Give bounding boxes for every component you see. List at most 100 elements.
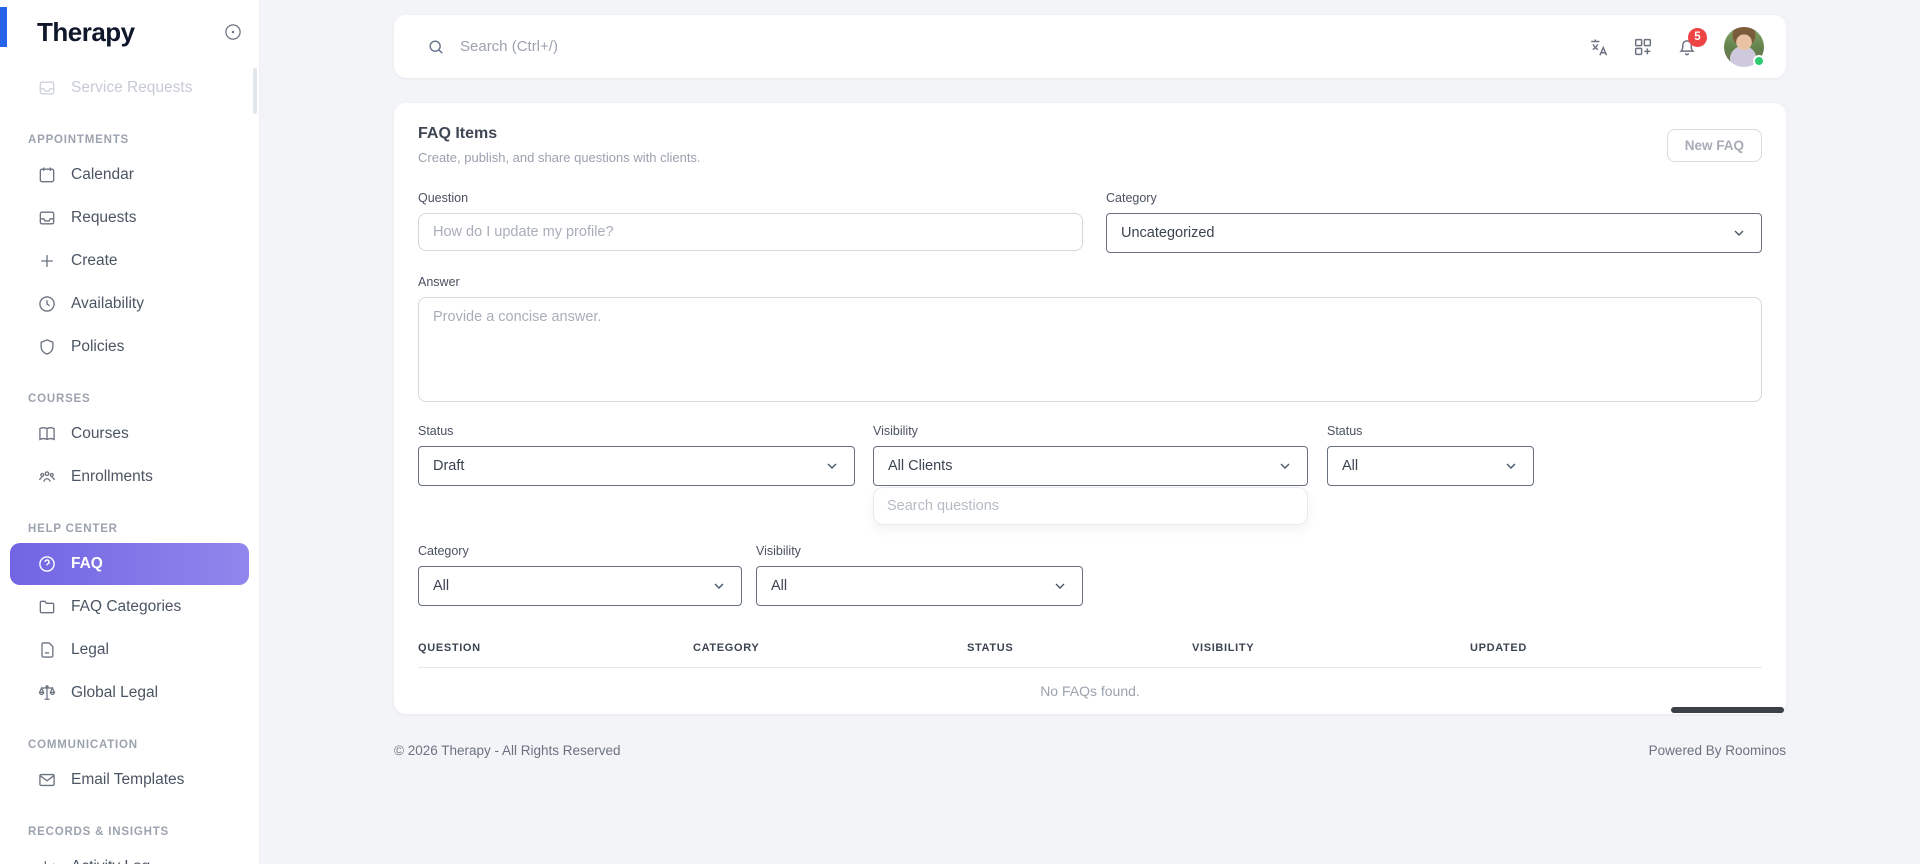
filter-category-label: Category [418, 544, 469, 558]
visibility-select[interactable]: All Clients [873, 446, 1308, 486]
activity-icon [37, 857, 57, 864]
apps-grid-icon[interactable] [1632, 36, 1654, 58]
sidebar-item-label: Policies [71, 338, 125, 355]
sidebar-item-enrollments[interactable]: Enrollments [10, 456, 249, 498]
sidebar-section-help-center: HELP CENTER [28, 523, 118, 535]
sidebar-item-courses[interactable]: Courses [10, 413, 249, 455]
column-header-status: STATUS [967, 642, 1014, 654]
sidebar-item-label: Service Requests [71, 79, 193, 96]
sidebar-toggle-icon[interactable] [223, 22, 243, 42]
sidebar-item-legal[interactable]: Legal [10, 629, 249, 671]
answer-textarea[interactable] [418, 297, 1762, 402]
sidebar-item-label: Email Templates [71, 771, 185, 788]
sidebar-item-create[interactable]: Create [10, 240, 249, 282]
sidebar-item-faq[interactable]: FAQ [10, 543, 249, 585]
filter-status-select[interactable]: All [1327, 446, 1534, 486]
book-icon [37, 424, 57, 444]
envelope-icon [37, 770, 57, 790]
question-circle-icon [37, 554, 57, 574]
sidebar-item-faq-categories[interactable]: FAQ Categories [10, 586, 249, 628]
visibility-dropdown-panel [873, 487, 1308, 525]
sidebar-item-label: Activity Log [71, 858, 150, 864]
faq-table-header: QUESTION CATEGORY STATUS VISIBILITY UPDA… [418, 642, 1762, 668]
sidebar-item-label: Global Legal [71, 684, 159, 701]
category-select-value: Uncategorized [1121, 225, 1215, 241]
page-subtitle: Create, publish, and share questions wit… [418, 150, 701, 165]
avatar[interactable] [1724, 26, 1765, 67]
sidebar-item-label: FAQ Categories [71, 598, 182, 615]
faq-form: Question Category Uncategorized [418, 191, 1762, 606]
bell-icon[interactable]: 5 [1676, 27, 1707, 58]
column-header-category: CATEGORY [693, 642, 760, 654]
sidebar-section-courses: COURSES [28, 393, 91, 405]
sidebar-item-global-legal[interactable]: Global Legal [10, 672, 249, 714]
sidebar-item-label: Requests [71, 209, 137, 226]
powered-by-text: Powered By Roominos [1648, 743, 1786, 758]
plus-icon [37, 251, 57, 271]
status-select[interactable]: Draft [418, 446, 855, 486]
horizontal-scrollbar[interactable] [1671, 707, 1784, 713]
dropdown-search-input[interactable] [887, 498, 1294, 514]
sidebar-section-communication: COMMUNICATION [28, 739, 138, 751]
chevron-down-icon [824, 458, 840, 474]
new-faq-button[interactable]: New FAQ [1666, 129, 1762, 162]
filter-status-select-value: All [1342, 458, 1359, 474]
topbar: 5 [394, 15, 1786, 78]
visibility-select-value: All Clients [888, 458, 953, 474]
sidebar-section-appointments: APPOINTMENTS [28, 134, 130, 146]
folder-icon [37, 597, 57, 617]
sidebar-item-label: Enrollments [71, 468, 153, 485]
sidebar-item-label: Courses [71, 425, 129, 442]
scales-icon [37, 683, 57, 703]
visibility-label: Visibility [873, 424, 918, 438]
sidebar-item-label: Calendar [71, 166, 134, 183]
sidebar-item-activity-log[interactable]: Activity Log [10, 846, 249, 864]
sidebar-item-calendar[interactable]: Calendar [10, 154, 249, 196]
brand-accent-bar [0, 7, 7, 47]
sidebar-item-service-requests[interactable]: Service Requests [10, 67, 249, 109]
search-icon [426, 37, 446, 57]
column-header-question: QUESTION [418, 642, 481, 654]
sidebar-section-records-insights: RECORDS & INSIGHTS [28, 826, 170, 838]
filter-visibility-label: Visibility [756, 544, 801, 558]
shield-icon [37, 337, 57, 357]
users-icon [37, 467, 57, 487]
translate-icon[interactable] [1588, 36, 1610, 58]
filter-status-label: Status [1327, 424, 1363, 438]
sidebar: Therapy Service Requests APPOINTMENTS Ca… [0, 0, 260, 864]
question-input[interactable] [418, 213, 1083, 251]
app-root: Therapy Service Requests APPOINTMENTS Ca… [0, 0, 1920, 864]
sidebar-item-availability[interactable]: Availability [10, 283, 249, 325]
main-area: 5 FAQ Items Create, publish, and share q… [260, 0, 1920, 864]
topbar-actions: 5 [1588, 26, 1765, 67]
chevron-down-icon [711, 578, 727, 594]
page-title: FAQ Items [418, 125, 498, 142]
sidebar-item-label: Legal [71, 641, 109, 658]
search-input[interactable] [460, 38, 1588, 55]
filter-category-select[interactable]: All [418, 566, 742, 606]
category-select[interactable]: Uncategorized [1106, 213, 1762, 253]
filter-category-select-value: All [433, 578, 450, 594]
filter-visibility-select[interactable]: All [756, 566, 1083, 606]
sidebar-item-email-templates[interactable]: Email Templates [10, 759, 249, 801]
inbox-icon [37, 208, 57, 228]
inbox-icon [37, 78, 57, 98]
sidebar-item-requests[interactable]: Requests [10, 197, 249, 239]
faq-items-card: FAQ Items Create, publish, and share que… [394, 103, 1786, 714]
sidebar-item-label: Availability [71, 295, 144, 312]
chevron-down-icon [1503, 458, 1519, 474]
online-status-dot [1753, 54, 1765, 67]
app-logo: Therapy [37, 16, 135, 47]
empty-state-row: No FAQs found. [418, 668, 1762, 714]
question-label: Question [418, 191, 469, 205]
answer-label: Answer [418, 275, 460, 289]
status-select-value: Draft [433, 458, 465, 474]
sidebar-item-policies[interactable]: Policies [10, 326, 249, 368]
column-header-visibility: VISIBILITY [1192, 642, 1255, 654]
sidebar-scrollbar[interactable] [253, 68, 257, 114]
column-header-updated: UPDATED [1470, 642, 1527, 654]
sidebar-header: Therapy [0, 0, 259, 64]
chevron-down-icon [1277, 458, 1293, 474]
empty-state-message: No FAQs found. [1040, 683, 1140, 699]
page-footer: © 2026 Therapy - All Rights Reserved Pow… [394, 743, 1786, 758]
